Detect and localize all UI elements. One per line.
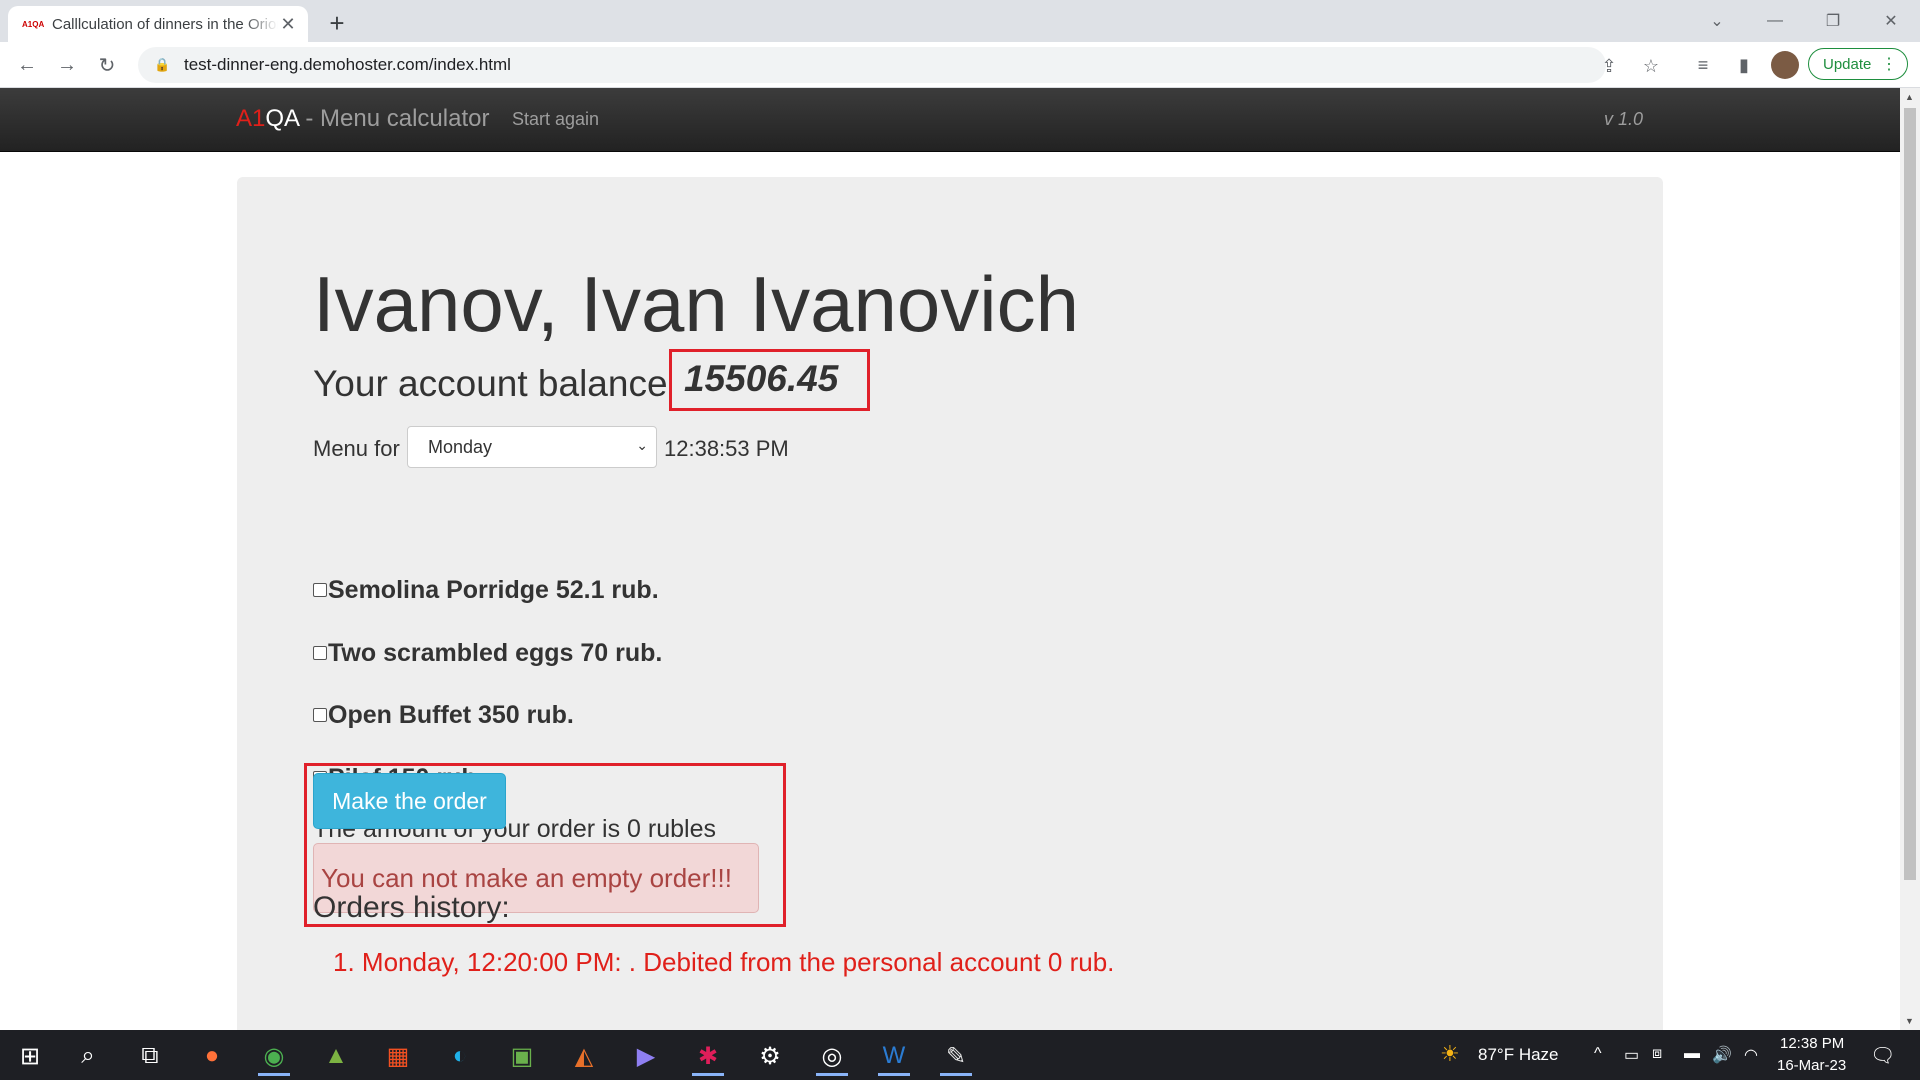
main-panel: Ivanov, Ivan Ivanovich Your account bala… [237, 177, 1663, 1030]
firefox-icon[interactable]: ● [190, 1036, 234, 1076]
browser-tab[interactable]: A1QA Calllculation of dinners in the Ori… [8, 6, 308, 42]
site-favicon-icon: A1QA [22, 19, 45, 29]
notification-icon[interactable]: 🗨 [1870, 1043, 1895, 1068]
settings-gear-icon[interactable]: ⚙ [748, 1036, 792, 1076]
windows-start-icon[interactable]: ⊞ [8, 1036, 52, 1076]
power-automate-icon[interactable]: ▶ [624, 1036, 668, 1076]
minimize-button[interactable]: — [1746, 0, 1804, 42]
brand-link[interactable]: A1QA - Menu calculator [236, 105, 489, 133]
weather-sun-icon: ☀ [1440, 1041, 1460, 1066]
site-navbar: A1QA - Menu calculator Start again v 1.0 [0, 88, 1900, 152]
page-scrollbar[interactable]: ▲ ▼ [1900, 88, 1920, 1030]
taskbar-time[interactable]: 12:38 PM [1780, 1035, 1844, 1052]
dish-checkbox[interactable] [313, 583, 327, 597]
version-label: v 1.0 [1604, 109, 1644, 129]
restore-button[interactable]: ❐ [1804, 0, 1862, 42]
share-icon[interactable]: ⇪ [1596, 53, 1622, 79]
lock-icon: 🔒 [154, 57, 171, 72]
close-window-button[interactable]: ✕ [1862, 0, 1920, 42]
reload-icon[interactable]: ↻ [92, 50, 122, 80]
dish-item[interactable]: Semolina Porridge 52.1 rub. [313, 575, 659, 605]
new-tab-button[interactable]: + [322, 8, 352, 38]
browser-tab-bar: A1QA Calllculation of dinners in the Ori… [0, 0, 1920, 42]
volume-icon[interactable]: 🔊 [1712, 1045, 1732, 1065]
paint-icon[interactable]: ✎ [934, 1036, 978, 1076]
chevron-down-icon: ⌄ [636, 437, 648, 453]
profile-avatar[interactable] [1771, 51, 1799, 79]
dish-item[interactable]: Two scrambled eggs 70 rub. [313, 638, 662, 668]
media-control-icon[interactable]: ≡ [1690, 52, 1716, 78]
show-hidden-icons[interactable]: ^ [1594, 1045, 1602, 1063]
dish-label: Semolina Porridge 52.1 rub. [328, 575, 659, 604]
balance-highlight-box [669, 349, 870, 411]
dish-checkbox[interactable] [313, 708, 327, 722]
windows-taskbar: ⊞ ⌕ ⧉ ● ◉ ▲ ▦ ◐ ▣ ◭ ▶ ✱ ⚙ ◎ W ✎ ☀ 87°F H… [0, 1030, 1920, 1080]
orders-history-title: Orders history: [313, 891, 510, 924]
taskbar-date[interactable]: 16-Mar-23 [1777, 1057, 1846, 1074]
dish-item[interactable]: Open Buffet 350 rub. [313, 700, 574, 730]
day-select[interactable]: Monday ⌄ [407, 426, 657, 468]
scroll-thumb[interactable] [1904, 108, 1916, 880]
brand-qa: QA [265, 105, 299, 132]
day-select-value: Monday [428, 436, 493, 457]
weather-text[interactable]: 87°F Haze [1478, 1045, 1559, 1065]
brand-title: - Menu calculator [298, 105, 490, 132]
scroll-down-icon[interactable]: ▼ [1905, 1016, 1914, 1026]
dish-label: Open Buffet 350 rub. [328, 700, 574, 729]
make-order-button[interactable]: Make the order [313, 773, 506, 829]
dish-label: Two scrambled eggs 70 rub. [328, 638, 663, 667]
start-again-link[interactable]: Start again [512, 109, 599, 130]
chrome-icon[interactable]: ◉ [252, 1036, 296, 1076]
menu-for-label: Menu for [313, 436, 400, 461]
battery-icon[interactable]: ▬ [1684, 1045, 1700, 1063]
page-viewport: A1QA - Menu calculator Start again v 1.0… [0, 88, 1900, 1030]
microsoft-store-icon[interactable]: ▦ [376, 1036, 420, 1076]
url-text: test-dinner-eng.demohoster.com/index.htm… [184, 55, 511, 74]
word-icon[interactable]: W [872, 1036, 916, 1076]
tab-title: Calllculation of dinners in the Orion [52, 15, 278, 33]
slack-icon[interactable]: ✱ [686, 1036, 730, 1076]
task-view-icon[interactable]: ⧉ [128, 1036, 172, 1076]
search-icon[interactable]: ⌕ [66, 1036, 110, 1076]
back-icon[interactable]: ← [12, 50, 42, 80]
meet-now-icon[interactable]: ▭ [1624, 1045, 1639, 1065]
obs-icon[interactable]: ◎ [810, 1036, 854, 1076]
scroll-up-icon[interactable]: ▲ [1905, 92, 1914, 102]
image-viewer-icon[interactable]: ▣ [500, 1036, 544, 1076]
android-studio-icon[interactable]: ▲ [314, 1036, 358, 1076]
history-list-item: 1. Monday, 12:20:00 PM: . Debited from t… [333, 947, 1115, 977]
edge-icon[interactable]: ◐ [438, 1036, 482, 1076]
update-label: Update [1823, 55, 1872, 73]
matlab-icon[interactable]: ◭ [562, 1036, 606, 1076]
dish-checkbox[interactable] [313, 646, 327, 660]
close-tab-icon[interactable]: ✕ [278, 14, 298, 34]
wifi-icon[interactable]: ◠ [1744, 1045, 1758, 1065]
forward-icon[interactable]: → [52, 50, 82, 80]
bookmark-star-icon[interactable]: ☆ [1638, 53, 1664, 79]
address-bar[interactable]: 🔒 test-dinner-eng.demohoster.com/index.h… [138, 47, 1659, 83]
user-name-heading: Ivanov, Ivan Ivanovich [313, 260, 1079, 348]
more-menu-icon[interactable]: ⋮ [1881, 54, 1897, 74]
side-panel-icon[interactable]: ▮ [1731, 52, 1757, 78]
network-status-icon[interactable]: ⧈ [1652, 1045, 1662, 1063]
tab-search-icon[interactable]: ⌄ [1688, 0, 1746, 42]
current-time: 12:38:53 PM [664, 436, 789, 461]
update-button[interactable]: Update ⋮ [1808, 48, 1908, 80]
brand-a1: A1 [236, 105, 266, 132]
browser-toolbar: ← → ↻ 🔒 test-dinner-eng.demohoster.com/i… [0, 42, 1920, 88]
window-controls: ⌄ — ❐ ✕ [1688, 0, 1920, 42]
balance-label: Your account balance [313, 363, 668, 404]
